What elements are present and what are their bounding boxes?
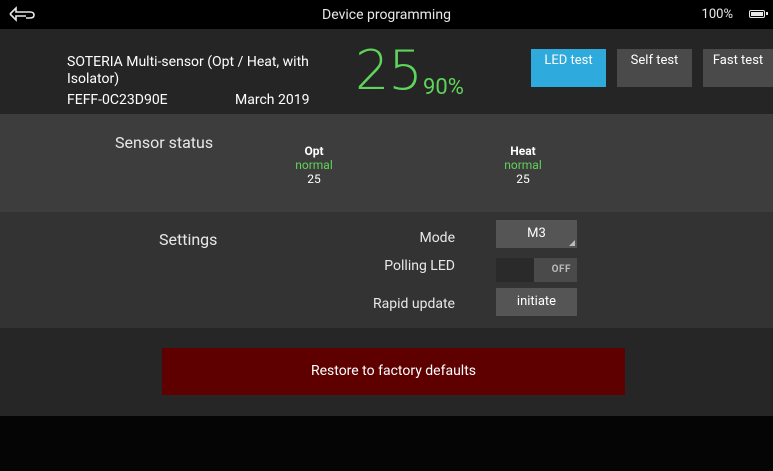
sensor-name: Opt xyxy=(304,144,324,158)
battery-percent: 100% xyxy=(701,7,733,22)
led-test-label: LED test xyxy=(544,53,593,68)
rapid-update-label: Rapid update xyxy=(373,296,455,312)
self-test-label: Self test xyxy=(630,53,679,68)
sensor-state: normal xyxy=(295,158,333,172)
settings-section: Settings Mode M3 Polling LED OFF Rapid u… xyxy=(0,212,773,328)
mode-label: Mode xyxy=(419,230,455,246)
initiate-label: initiate xyxy=(516,294,557,309)
mode-value: M3 xyxy=(527,226,546,241)
self-test-button[interactable]: Self test xyxy=(617,49,692,87)
sensor-value: 25 xyxy=(307,172,321,186)
battery-icon xyxy=(749,10,768,18)
bottom-area xyxy=(0,416,773,471)
led-test-button[interactable]: LED test xyxy=(531,49,606,87)
toggle-knob xyxy=(496,258,534,282)
sensor-heat: Heat normal 25 xyxy=(463,144,583,186)
restore-section: Restore to factory defaults xyxy=(0,328,773,416)
device-percent: 90% xyxy=(423,75,464,100)
sensor-opt: Opt normal 25 xyxy=(254,144,374,186)
page-title: Device programming xyxy=(322,7,451,23)
sensor-name: Heat xyxy=(510,144,536,158)
device-header: SOTERIA Multi-sensor (Opt / Heat, with I… xyxy=(0,29,773,114)
sensor-status-section: Sensor status Opt normal 25 Heat normal … xyxy=(0,114,773,212)
restore-factory-defaults-button[interactable]: Restore to factory defaults xyxy=(162,348,625,395)
polling-led-label: Polling LED xyxy=(384,258,455,274)
rapid-update-initiate-button[interactable]: initiate xyxy=(496,288,577,316)
device-name: SOTERIA Multi-sensor (Opt / Heat, with I… xyxy=(67,54,309,87)
device-value: 25 xyxy=(355,39,423,102)
device-id: FEFF-0C23D90E xyxy=(67,92,168,108)
sensor-value: 25 xyxy=(516,172,530,186)
mode-dropdown[interactable]: M3 xyxy=(496,220,577,248)
settings-title: Settings xyxy=(159,230,218,249)
fast-test-label: Fast test xyxy=(712,53,764,68)
restore-label: Restore to factory defaults xyxy=(310,363,477,379)
top-bar: Device programming 100% xyxy=(0,0,773,29)
sensor-state: normal xyxy=(504,158,542,172)
toggle-state-label: OFF xyxy=(551,264,571,275)
fast-test-button[interactable]: Fast test xyxy=(703,49,773,87)
polling-led-toggle[interactable]: OFF xyxy=(496,258,577,282)
sensor-status-title: Sensor status xyxy=(115,133,214,152)
device-date: March 2019 xyxy=(235,92,310,108)
